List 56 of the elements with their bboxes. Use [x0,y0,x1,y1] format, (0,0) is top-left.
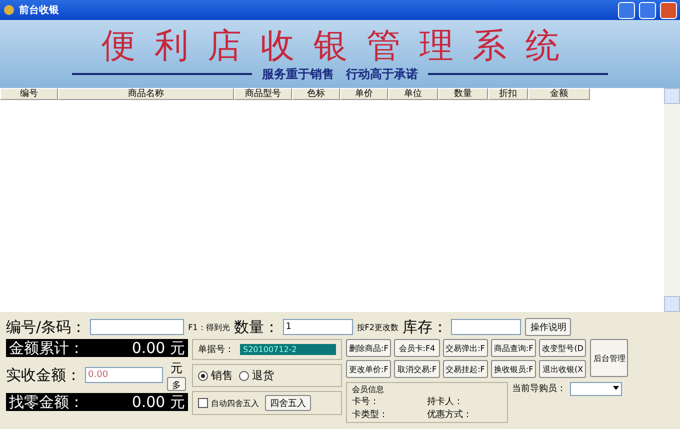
minimize-button[interactable] [618,2,635,18]
code-field[interactable] [90,319,184,335]
slogan: 服务重于销售 行动高于承诺 [262,66,418,82]
receipt-panel: 单据号： S20100712-2 [192,339,342,360]
function-button[interactable]: 商品查询:F [490,339,536,357]
member-field-label: 优惠方式： [427,408,473,421]
receipt-number: S20100712-2 [240,344,336,355]
quantity-field[interactable]: 1 [282,319,353,335]
quantity-label: 数量： [234,318,279,336]
auto-round-checkbox[interactable]: 自动四舍五入 [198,398,259,408]
member-field-label: 卡号： [352,396,380,408]
code-label: 编号/条码： [6,318,86,336]
help-button[interactable]: 操作说明 [525,318,572,336]
column-header: 单位 [388,88,438,100]
received-field[interactable]: 0.00 [85,367,163,383]
member-title: 会员信息 [352,384,385,395]
more-button[interactable]: 多 [167,376,186,390]
column-header: 商品型号 [234,88,292,100]
column-header: 折扣 [488,88,528,100]
app-icon [3,4,15,16]
column-header: 数量 [438,88,488,100]
currency-label: 元 [170,360,182,376]
maximize-button[interactable] [639,2,656,18]
function-button[interactable]: 改变型号(D [539,339,586,357]
column-header: 单价 [340,88,388,100]
admin-button[interactable]: 后台管理 [590,339,628,377]
member-field-label: 卡类型： [352,408,389,421]
function-button[interactable]: 会员卡:F4 [394,339,440,357]
function-button[interactable]: 删除商品:F [346,339,392,357]
function-button[interactable]: 退出收银(X [539,360,586,378]
close-button[interactable] [660,2,677,18]
window-title: 前台收银 [19,4,60,17]
round-button[interactable]: 四舍五入 [265,395,311,411]
column-header: 金额 [528,88,590,100]
function-button[interactable]: 更改单价:F [346,360,392,378]
member-field-label: 持卡人： [427,396,464,408]
scrollbar[interactable] [664,88,680,312]
guide-label: 当前导购员： [512,382,566,396]
function-button[interactable]: 交易弹出:F [442,339,488,357]
column-header: 编号 [0,88,58,100]
column-header: 色标 [292,88,340,100]
change-bar: 找零金额： 0.00 元 [6,393,188,411]
total-bar: 金额累计： 0.00 元 [6,339,188,357]
guide-dropdown[interactable] [570,382,622,396]
code-hint: F1：得到光 [188,322,230,332]
stock-field[interactable] [451,319,522,335]
function-button[interactable]: 交易挂起:F [442,360,488,378]
function-button[interactable]: 换收银员:F [490,360,536,378]
function-button[interactable]: 取消交易:F [394,360,440,378]
mode-radio[interactable]: 退货 [239,368,274,383]
mode-radio[interactable]: 销售 [198,368,233,383]
column-header: 商品名称 [58,88,234,100]
stock-label: 库存： [402,318,448,336]
quantity-hint: 按F2更改数 [356,322,398,332]
banner-title: 便利店收银管理系统 [102,26,578,66]
received-label: 实收金额： [6,366,81,384]
